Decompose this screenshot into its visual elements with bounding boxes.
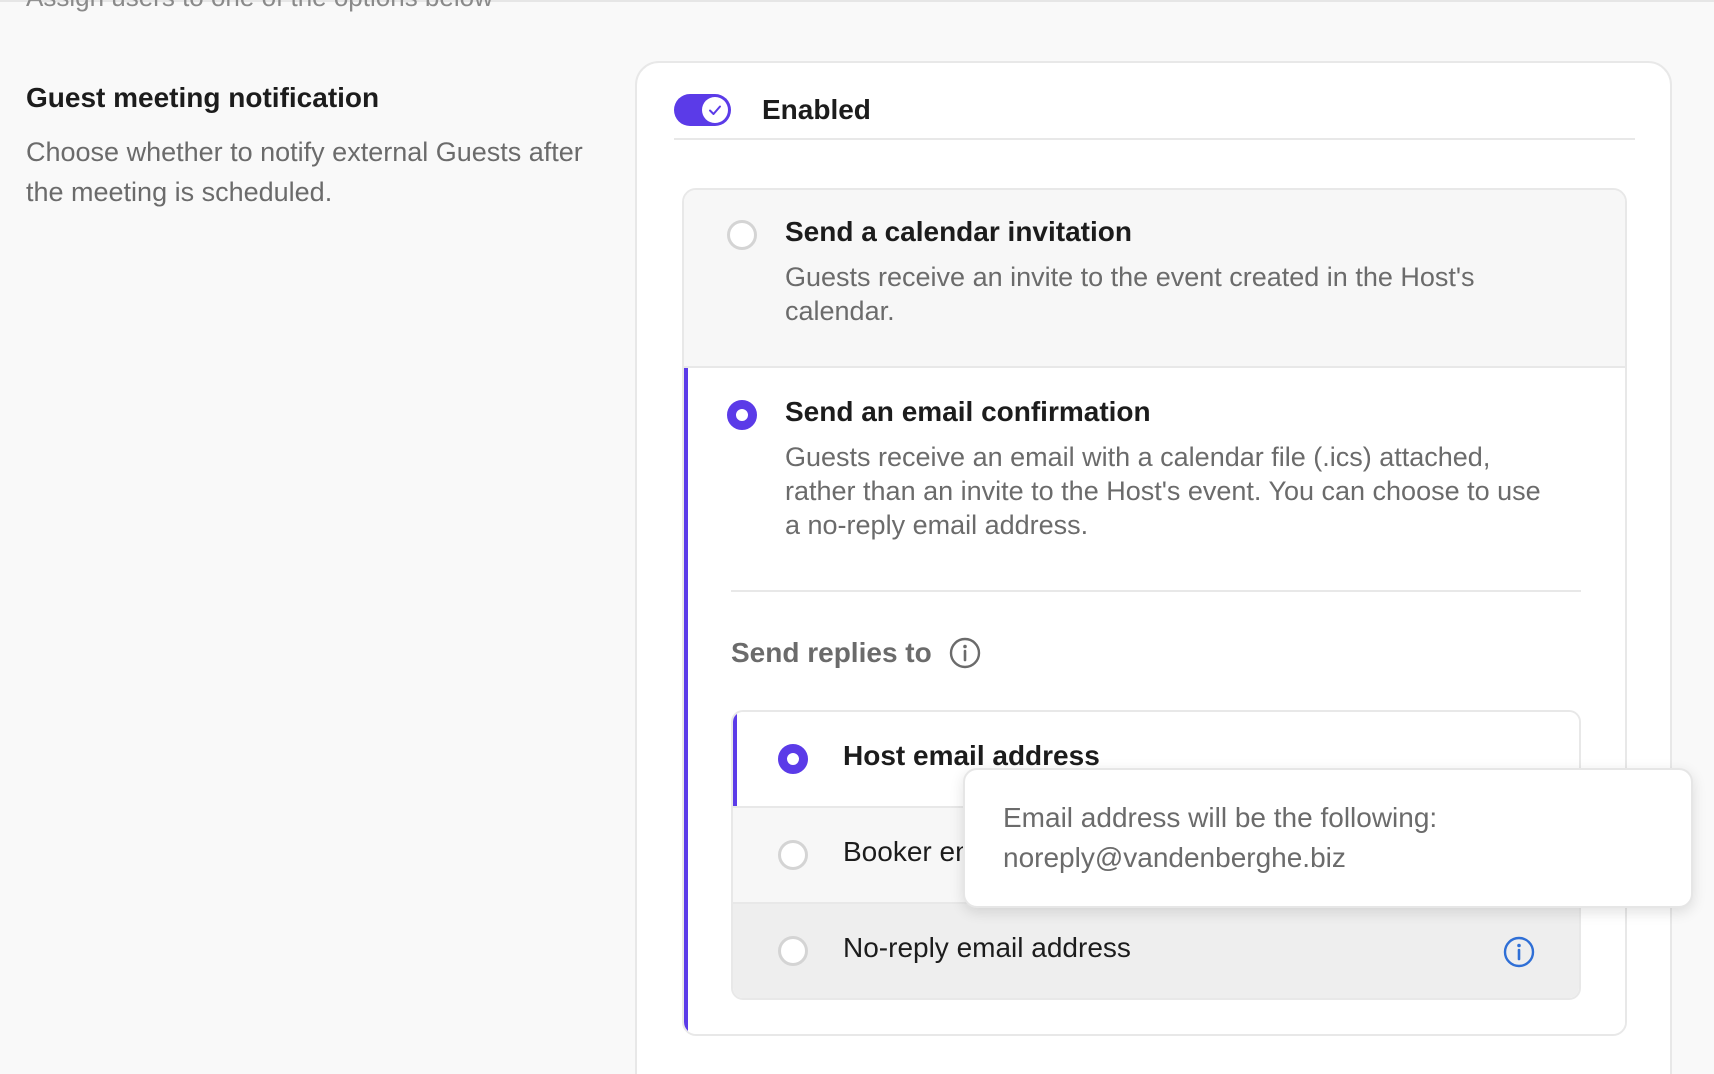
send-replies-to-label: Send replies to <box>731 636 982 670</box>
radio-email-confirmation[interactable] <box>727 400 757 430</box>
noreply-tooltip: Email address will be the following: nor… <box>963 768 1693 908</box>
options-divider <box>731 590 1581 592</box>
info-icon[interactable] <box>1501 934 1537 970</box>
replies-label-text: Send replies to <box>731 637 932 668</box>
info-icon[interactable] <box>948 636 982 670</box>
toggle-label: Enabled <box>762 94 871 125</box>
radio-noreply-email[interactable] <box>778 936 808 966</box>
option-email-confirmation[interactable]: Send an email confirmation Guests receiv… <box>684 368 1625 1034</box>
enabled-toggle[interactable] <box>674 94 731 126</box>
reply-option-label: No-reply email address <box>843 932 1131 963</box>
radio-host-email[interactable] <box>778 744 808 774</box>
section-title: Guest meeting notification <box>26 82 380 113</box>
toggle-divider <box>674 138 1635 140</box>
radio-booker-email[interactable] <box>778 840 808 870</box>
enabled-toggle-row[interactable]: Enabled <box>674 80 871 140</box>
option-title: Send a calendar invitation <box>785 216 1132 247</box>
settings-page: Assign users to one of the options below… <box>0 0 1714 1074</box>
notification-options: Send a calendar invitation Guests receiv… <box>682 188 1627 1036</box>
option-description: Guests receive an email with a calendar … <box>785 442 1541 540</box>
tooltip-line-1: Email address will be the following: <box>1003 802 1438 833</box>
reply-option-noreply[interactable]: No-reply email address <box>733 904 1579 998</box>
radio-calendar-invitation[interactable] <box>727 220 757 250</box>
clipped-previous-text: Assign users to one of the options below <box>26 0 493 13</box>
option-calendar-invitation[interactable]: Send a calendar invitation Guests receiv… <box>684 190 1625 368</box>
selected-indicator-bar <box>733 712 737 806</box>
section-description: Choose whether to notify external Guests… <box>26 137 583 207</box>
toggle-knob <box>702 97 728 123</box>
option-title: Send an email confirmation <box>785 396 1151 427</box>
check-icon <box>709 105 721 115</box>
tooltip-email: noreply@vandenberghe.biz <box>1003 842 1346 873</box>
selected-indicator-bar <box>684 368 688 1034</box>
option-description: Guests receive an invite to the event cr… <box>785 262 1475 326</box>
